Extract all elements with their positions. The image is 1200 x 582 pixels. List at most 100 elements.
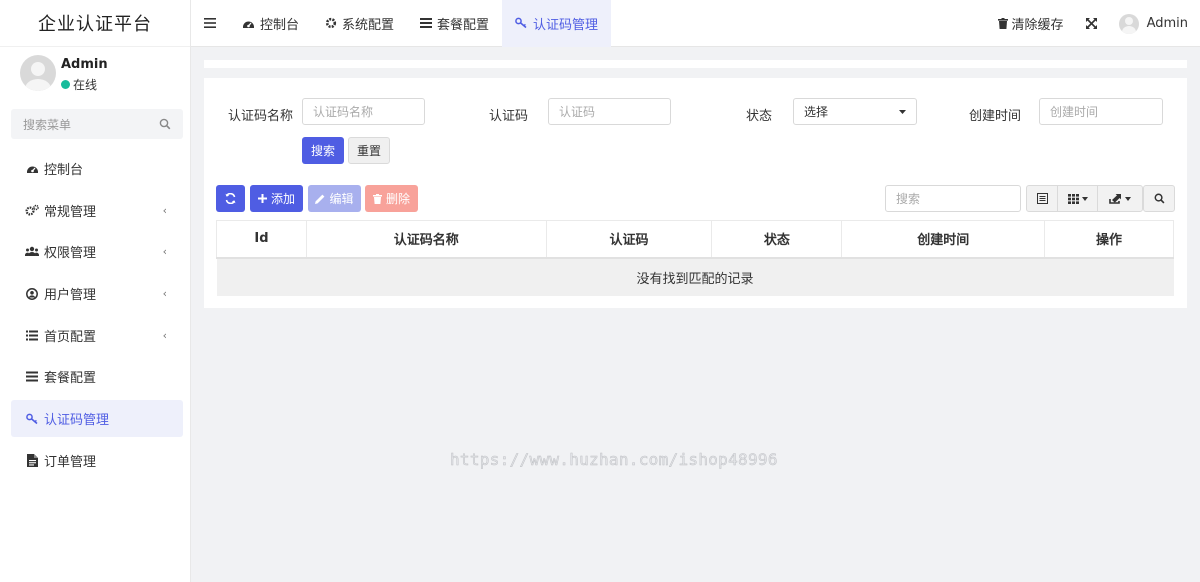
chevron-left-icon: ‹ — [162, 328, 167, 342]
add-button-label: 添加 — [270, 192, 295, 206]
search-icon — [1154, 193, 1164, 204]
tab-dashboard[interactable]: 控制台 — [229, 0, 312, 47]
filter-created-label: 创建时间 — [969, 109, 1022, 124]
fullscreen-button[interactable] — [1085, 18, 1097, 29]
column-header-id[interactable]: Id — [216, 220, 307, 259]
sidebar-item-label: 订单管理 — [44, 454, 97, 470]
group-icon — [25, 245, 39, 259]
sidebar-item-label: 常规管理 — [44, 204, 97, 220]
filter-name-input[interactable]: 认证码名称 — [302, 98, 425, 125]
user-status: 在线 — [61, 76, 97, 93]
sidebar-item-home-config[interactable]: 首页配置 ‹ — [11, 317, 183, 354]
filter-name-label: 认证码名称 — [228, 109, 294, 124]
tab-package-config[interactable]: 套餐配置 — [407, 0, 502, 47]
filter-status-value: 选择 — [804, 105, 829, 119]
sidebar-item-general[interactable]: 常规管理 ‹ — [11, 192, 183, 229]
user-circle-icon — [25, 287, 39, 301]
sidebar-menu: 控制台 常规管理 ‹ 权限管理 ‹ 用户管理 ‹ 首页配置 ‹ 套餐配置 认证码… — [11, 150, 183, 484]
delete-button-label: 删除 — [385, 192, 410, 206]
search-icon — [159, 118, 171, 130]
sidebar-search-placeholder: 搜索菜单 — [23, 117, 72, 132]
content-header-strip — [204, 60, 1187, 68]
toggle-view-button[interactable] — [1027, 186, 1058, 211]
bars-icon — [420, 18, 433, 28]
chevron-left-icon: ‹ — [162, 287, 167, 301]
clear-cache-label: 清除缓存 — [1011, 18, 1064, 33]
refresh-button[interactable] — [216, 185, 245, 212]
sidebar-item-users[interactable]: 用户管理 ‹ — [11, 275, 183, 312]
gear-icon — [325, 17, 337, 29]
key-icon — [515, 17, 527, 29]
sidebar-item-label: 控制台 — [44, 163, 84, 178]
filter-created-input[interactable]: 创建时间 — [1039, 98, 1163, 125]
export-icon — [1109, 194, 1121, 204]
user-status-label: 在线 — [73, 78, 98, 92]
sidebar-item-label: 权限管理 — [44, 246, 97, 262]
main-panel: 认证码名称 认证码名称 认证码 认证码 状态 选择 创建时间 创建时间 搜索 重… — [204, 78, 1187, 308]
columns-button[interactable] — [1058, 186, 1098, 211]
column-header-actions: 操作 — [1044, 220, 1174, 259]
chevron-left-icon: ‹ — [162, 245, 167, 259]
sidebar-item-label: 首页配置 — [44, 329, 97, 345]
plus-icon — [257, 194, 267, 203]
user-avatar — [20, 55, 56, 91]
filter-search-button[interactable]: 搜索 — [302, 137, 344, 164]
filter-reset-button[interactable]: 重置 — [348, 137, 390, 164]
table-list-icon — [1036, 193, 1048, 204]
tab-system-config[interactable]: 系统配置 — [312, 0, 407, 47]
tab-label: 系统配置 — [342, 17, 395, 33]
sidebar-item-permissions[interactable]: 权限管理 ‹ — [11, 233, 183, 270]
table-row: 没有找到匹配的记录 — [216, 257, 1174, 296]
delete-button[interactable]: 删除 — [365, 185, 418, 212]
caret-down-icon — [1125, 196, 1131, 201]
table-tools — [1026, 185, 1143, 212]
sidebar: 企业认证平台 Admin 在线 搜索菜单 控制台 常规管理 ‹ 权限管理 ‹ 用… — [0, 0, 191, 582]
empty-table-message: 没有找到匹配的记录 — [216, 257, 1174, 296]
file-text-icon — [25, 453, 39, 467]
user-menu-name: Admin — [1146, 16, 1188, 31]
column-header-status[interactable]: 状态 — [711, 220, 843, 259]
clear-cache-button[interactable]: 清除缓存 — [997, 14, 1064, 33]
caret-down-icon — [1081, 196, 1088, 201]
table-search-button[interactable] — [1143, 185, 1175, 212]
grid-icon — [1067, 193, 1079, 204]
trash-icon — [372, 193, 382, 204]
filter-code-input[interactable]: 认证码 — [548, 98, 671, 125]
watermark-text: https://www.huzhan.com/ishop48996 — [450, 450, 778, 470]
user-menu[interactable]: Admin — [1118, 13, 1188, 34]
tab-label: 认证码管理 — [533, 17, 599, 33]
dashboard-icon — [25, 162, 39, 176]
sidebar-item-label: 认证码管理 — [44, 413, 110, 429]
menu-icon — [204, 18, 216, 28]
cogs-icon — [25, 203, 39, 217]
expand-icon — [1085, 18, 1097, 29]
filter-status-select[interactable]: 选择 — [793, 98, 917, 125]
list-icon — [25, 328, 39, 342]
edit-button[interactable]: 编辑 — [308, 185, 361, 212]
dashboard-icon — [243, 21, 254, 28]
key-icon — [25, 412, 39, 426]
sidebar-toggle-button[interactable] — [191, 0, 229, 47]
sidebar-item-package-config[interactable]: 套餐配置 — [11, 358, 183, 395]
tab-label: 套餐配置 — [437, 17, 490, 33]
table-search-input[interactable]: 搜索 — [885, 185, 1021, 212]
app-brand[interactable]: 企业认证平台 — [0, 0, 190, 47]
chevron-left-icon: ‹ — [162, 203, 167, 217]
filter-status-label: 状态 — [746, 109, 773, 124]
table-header-row: Id 认证码名称 认证码 状态 创建时间 操作 — [216, 220, 1174, 259]
refresh-icon — [225, 193, 236, 204]
column-header-code[interactable]: 认证码 — [545, 220, 713, 259]
sidebar-item-dashboard[interactable]: 控制台 — [11, 150, 183, 187]
sidebar-item-orders[interactable]: 订单管理 — [11, 442, 183, 479]
sidebar-item-auth-code[interactable]: 认证码管理 — [11, 400, 183, 438]
sidebar-search-input[interactable]: 搜索菜单 — [11, 109, 183, 139]
pencil-icon — [315, 194, 325, 204]
avatar — [1118, 13, 1139, 34]
column-header-created[interactable]: 创建时间 — [841, 220, 1046, 259]
add-button[interactable]: 添加 — [250, 185, 303, 212]
export-button[interactable] — [1098, 186, 1142, 211]
user-panel: Admin 在线 — [0, 47, 190, 103]
column-header-name[interactable]: 认证码名称 — [305, 220, 547, 259]
tab-auth-code[interactable]: 认证码管理 — [502, 0, 612, 47]
navbar-right: 清除缓存 Admin — [997, 0, 1188, 47]
